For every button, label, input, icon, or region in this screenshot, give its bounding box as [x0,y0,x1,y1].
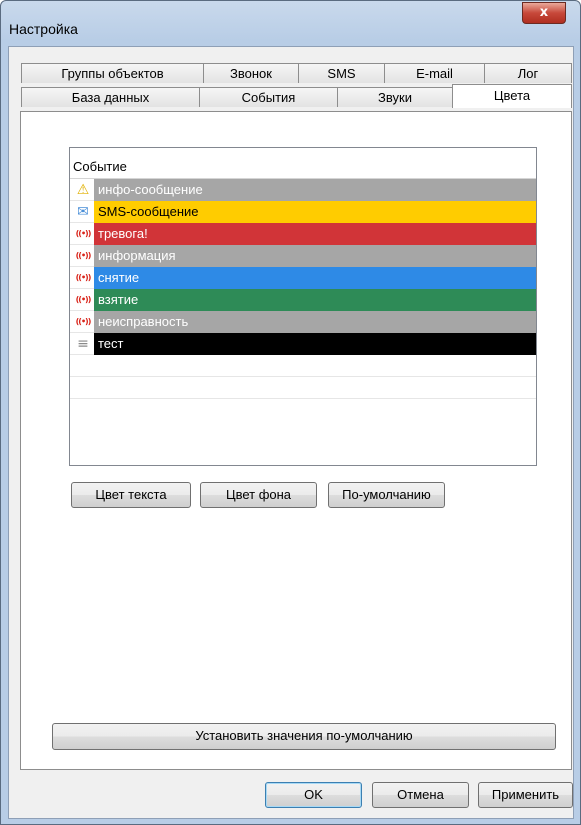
event-label: тест [94,333,536,355]
event-label: тревога! [94,223,536,245]
tab-colors[interactable]: Цвета [452,84,572,108]
radio-antenna-icon: ((•)) [75,229,92,238]
list-item[interactable]: ((•)) снятие [70,267,536,289]
event-colors-list[interactable]: Событие ⚠ инфо-сообщение ✉ SMS-сообщение ((•… [69,147,537,466]
tab-label: Звуки [378,90,412,105]
radio-antenna-icon: ((•)) [75,317,92,326]
event-label: SMS-сообщение [94,201,536,223]
close-button[interactable]: x [522,2,566,24]
event-label: инфо-сообщение [94,179,536,201]
column-header-event[interactable]: Событие [70,148,536,179]
list-item[interactable]: ✉ SMS-сообщение [70,201,536,223]
tab-label: Группы объектов [61,66,164,81]
list-item[interactable]: ≡ тест [70,333,536,355]
list-item[interactable]: ⚠ инфо-сообщение [70,179,536,201]
tab-label: События [241,90,296,105]
event-label: снятие [94,267,536,289]
tab-label: Лог [517,66,539,81]
background-color-button[interactable]: Цвет фона [200,482,317,508]
ok-button[interactable]: OK [265,782,362,808]
text-color-button[interactable]: Цвет текста [71,482,191,508]
tab-email[interactable]: E-mail [384,63,485,83]
radio-antenna-icon: ((•)) [75,273,92,282]
event-rows: ⚠ инфо-сообщение ✉ SMS-сообщение ((•)) тревог… [70,179,536,399]
tab-call[interactable]: Звонок [203,63,299,83]
envelope-icon: ✉ [77,204,89,220]
tab-sms[interactable]: SMS [298,63,385,83]
tab-object-groups[interactable]: Группы объектов [21,63,204,83]
list-item[interactable]: ((•)) тревога! [70,223,536,245]
list-item[interactable]: ((•)) информация [70,245,536,267]
event-label: неисправность [94,311,536,333]
tab-database[interactable]: База данных [21,87,200,107]
list-item[interactable]: ((•)) взятие [70,289,536,311]
tab-label: База данных [71,90,150,105]
event-label: взятие [94,289,536,311]
reset-defaults-button[interactable]: Установить значения по-умолчанию [52,723,556,750]
list-item[interactable]: ((•)) неисправность [70,311,536,333]
cancel-button[interactable]: Отмена [372,782,469,808]
warning-icon: ⚠ [76,182,90,198]
empty-list-row [70,355,536,377]
database-icon: ≡ [77,336,89,352]
radio-antenna-icon: ((•)) [75,251,92,260]
tab-events[interactable]: События [199,87,338,107]
radio-antenna-icon: ((•)) [75,295,92,304]
tab-label: Звонок [230,66,272,81]
window-title: Настройка [9,21,78,37]
tab-label: E-mail [416,66,453,81]
tab-label: SMS [327,66,356,81]
title-bar[interactable]: Настройка x [1,1,580,45]
colors-tab-panel: Событие ⚠ инфо-сообщение ✉ SMS-сообщение ((•… [20,111,572,770]
tab-label: Цвета [493,88,531,103]
default-color-button[interactable]: По-умолчанию [328,482,445,508]
tab-log[interactable]: Лог [484,63,572,83]
tab-sounds[interactable]: Звуки [337,87,453,107]
apply-button[interactable]: Применить [478,782,573,808]
empty-list-row [70,377,536,399]
event-label: информация [94,245,536,267]
settings-window: Настройка x Группы объектов Звонок SMS E… [0,0,581,825]
